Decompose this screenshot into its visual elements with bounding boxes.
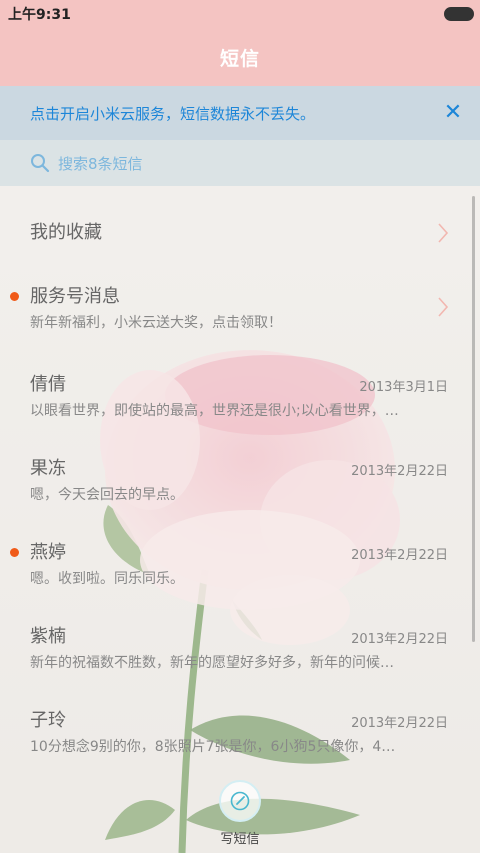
app-header: 短信 — [0, 28, 480, 86]
list-item-date: 2013年2月22日 — [351, 464, 448, 479]
search-bar[interactable]: 搜索8条短信 — [0, 140, 480, 186]
status-time: 上午9:31 — [8, 7, 71, 23]
list-item-preview: 10分想念9别的你，8张照片7张是你，6小狗5只像你，4… — [30, 739, 396, 755]
list-item-preview: 嗯。收到啦。同乐同乐。 — [30, 571, 184, 587]
list-item-date: 2013年2月22日 — [351, 632, 448, 647]
list-item-preview: 嗯，今天会回去的早点。 — [30, 487, 184, 503]
list-item[interactable]: 果冻 2013年2月22日 嗯，今天会回去的早点。 — [0, 440, 480, 524]
battery-icon — [444, 7, 474, 21]
scrollbar[interactable] — [472, 196, 475, 642]
compose-icon[interactable] — [219, 780, 261, 822]
chevron-right-icon — [438, 223, 449, 243]
status-bar: 上午9:31 — [0, 0, 480, 28]
list-item-preview: 新年的祝福数不胜数，新年的愿望好多好多，新年的问候… — [30, 655, 394, 671]
list-item-title: 我的收藏 — [30, 222, 102, 243]
cloud-service-banner[interactable]: 点击开启小米云服务，短信数据永不丢失。 ✕ — [0, 86, 480, 140]
list-item[interactable]: 燕婷 2013年2月22日 嗯。收到啦。同乐同乐。 — [0, 524, 480, 608]
list-item-preview: 以眼看世界，即使站的最高，世界还是很小;以心看世界，… — [30, 403, 399, 419]
unread-dot — [10, 548, 19, 557]
compose-button[interactable]: 写短信 — [0, 780, 480, 850]
list-item-title: 服务号消息 — [30, 286, 120, 307]
search-icon — [30, 153, 50, 173]
favorites-item[interactable]: 我的收藏 — [0, 188, 480, 282]
unread-dot — [10, 292, 19, 301]
chevron-right-icon — [438, 297, 449, 317]
list-item-date: 2013年3月1日 — [359, 380, 448, 395]
list-item-date: 2013年2月22日 — [351, 716, 448, 731]
list-item[interactable]: 服务号消息 新年新福利，小米云送大奖，点击领取！ — [0, 282, 480, 356]
list-item-preview: 新年新福利，小米云送大奖，点击领取！ — [30, 315, 282, 331]
close-icon[interactable]: ✕ — [440, 100, 466, 126]
page-title: 短信 — [219, 47, 260, 70]
conversation-list: 我的收藏 服务号消息 新年新福利，小米云送大奖，点击领取！ 倩倩 2013年3月… — [0, 188, 480, 776]
search-input[interactable]: 搜索8条短信 — [58, 153, 143, 174]
list-item[interactable]: 紫楠 2013年2月22日 新年的祝福数不胜数，新年的愿望好多好多，新年的问候… — [0, 608, 480, 692]
list-item[interactable]: 倩倩 2013年3月1日 以眼看世界，即使站的最高，世界还是很小;以心看世界，… — [0, 356, 480, 440]
banner-text[interactable]: 点击开启小米云服务，短信数据永不丢失。 — [30, 103, 315, 124]
list-item-date: 2013年2月22日 — [351, 548, 448, 563]
compose-label: 写短信 — [220, 832, 260, 847]
list-item[interactable]: 子玲 2013年2月22日 10分想念9别的你，8张照片7张是你，6小狗5只像你… — [0, 692, 480, 776]
